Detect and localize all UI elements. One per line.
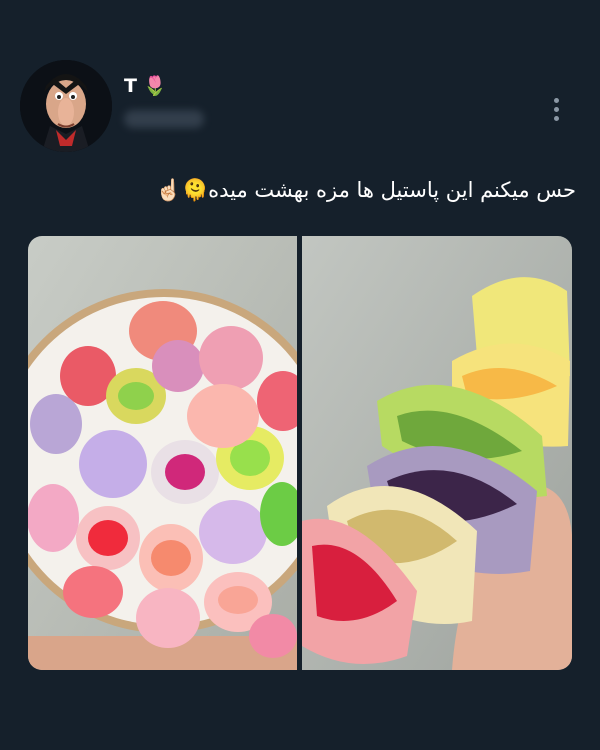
more-options-button[interactable]: [546, 94, 566, 124]
candy-bowl-image: [28, 236, 297, 670]
more-vertical-icon-dot: [553, 115, 559, 121]
candy-bowl-photo[interactable]: [28, 236, 297, 670]
more-vertical-icon-dot: [553, 97, 559, 103]
author-handle-blurred[interactable]: [124, 110, 204, 128]
author-avatar[interactable]: [20, 60, 112, 152]
avatar-image: [20, 60, 112, 152]
candy-stack-image: [302, 236, 572, 670]
candy-stack-photo[interactable]: [302, 236, 572, 670]
tweet-text: حس میکنم این پاستیل ها مزه بهشت میده🫠☝🏻: [155, 178, 576, 202]
more-vertical-icon-dot: [553, 106, 559, 112]
author-name-text: T: [124, 74, 137, 97]
author-name[interactable]: T 🌷: [124, 74, 167, 98]
tulip-emoji: 🌷: [142, 75, 167, 97]
